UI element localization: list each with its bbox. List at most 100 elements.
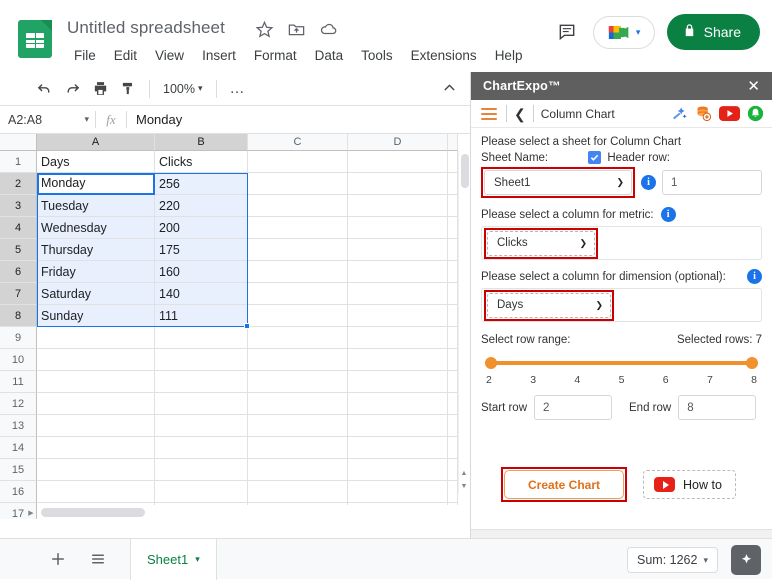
cell-x9[interactable] [448, 327, 458, 349]
cell-C13[interactable] [248, 415, 348, 437]
cell-C14[interactable] [248, 437, 348, 459]
move-to-folder-icon[interactable] [287, 20, 306, 39]
cell-x5[interactable] [448, 239, 458, 261]
menu-data[interactable]: Data [306, 45, 353, 67]
cell-C11[interactable] [248, 371, 348, 393]
document-title[interactable]: Untitled spreadsheet [67, 18, 225, 38]
cell-x1[interactable] [448, 151, 458, 173]
cell-B13[interactable] [155, 415, 248, 437]
scroll-down-arrow-icon[interactable]: ▼ [458, 480, 470, 493]
cell-C1[interactable] [248, 151, 348, 173]
row-header-12[interactable]: 12 [0, 393, 37, 415]
scroll-right-arrow-icon[interactable]: ▶ [25, 506, 37, 519]
column-header-c[interactable]: C [248, 134, 348, 151]
all-sheets-icon[interactable] [82, 543, 114, 575]
cell-A10[interactable] [37, 349, 155, 371]
select-all-corner[interactable] [0, 134, 37, 151]
cell-C6[interactable] [248, 261, 348, 283]
cell-D12[interactable] [348, 393, 448, 415]
cell-C4[interactable] [248, 217, 348, 239]
close-icon[interactable]: ✕ [744, 77, 763, 96]
back-chevron-icon[interactable]: ❮ [514, 107, 526, 121]
cell-x13[interactable] [448, 415, 458, 437]
cell-A5[interactable]: Thursday [37, 239, 155, 261]
cell-C3[interactable] [248, 195, 348, 217]
cell-D9[interactable] [348, 327, 448, 349]
magic-wand-icon[interactable] [671, 105, 688, 122]
menu-file[interactable]: File [65, 45, 105, 67]
cell-D7[interactable] [348, 283, 448, 305]
cell-D16[interactable] [348, 481, 448, 503]
cell-D14[interactable] [348, 437, 448, 459]
paint-format-icon[interactable] [114, 75, 142, 103]
row-header-6[interactable]: 6 [0, 261, 37, 283]
vertical-scrollbar[interactable]: ▲ ▼ [458, 151, 470, 493]
cell-D1[interactable] [348, 151, 448, 173]
cell-B11[interactable] [155, 371, 248, 393]
add-data-icon[interactable] [695, 105, 712, 122]
cell-x6[interactable] [448, 261, 458, 283]
cell-x16[interactable] [448, 481, 458, 503]
row-header-9[interactable]: 9 [0, 327, 37, 349]
cell-B10[interactable] [155, 349, 248, 371]
notification-bell-icon[interactable] [747, 105, 764, 122]
cell-D11[interactable] [348, 371, 448, 393]
add-sheet-icon[interactable] [42, 543, 74, 575]
slider-knob-end[interactable] [746, 357, 758, 369]
horizontal-scroll-thumb[interactable] [41, 508, 145, 517]
cell-x15[interactable] [448, 459, 458, 481]
cell-x10[interactable] [448, 349, 458, 371]
cell-D15[interactable] [348, 459, 448, 481]
cell-B1[interactable]: Clicks [155, 151, 248, 173]
cell-A8[interactable]: Sunday [37, 305, 155, 327]
print-icon[interactable] [86, 75, 114, 103]
cell-A4[interactable]: Wednesday [37, 217, 155, 239]
sheet-name-select[interactable]: Sheet1 ❯ [484, 170, 632, 195]
dimension-select[interactable]: Days ❯ [487, 292, 611, 318]
metric-info-icon[interactable]: i [660, 207, 676, 222]
how-to-button[interactable]: How to [643, 470, 736, 499]
function-icon[interactable]: fx [96, 112, 126, 128]
cell-B12[interactable] [155, 393, 248, 415]
hamburger-menu-icon[interactable] [479, 107, 499, 120]
row-header-10[interactable]: 10 [0, 349, 37, 371]
cell-C10[interactable] [248, 349, 348, 371]
star-icon[interactable] [255, 20, 274, 39]
vertical-scroll-thumb[interactable] [461, 154, 469, 188]
cell-B16[interactable] [155, 481, 248, 503]
cell-B3[interactable]: 220 [155, 195, 248, 217]
cell-D4[interactable] [348, 217, 448, 239]
cell-A11[interactable] [37, 371, 155, 393]
cell-B7[interactable]: 140 [155, 283, 248, 305]
row-range-slider[interactable] [481, 355, 762, 372]
cell-B14[interactable] [155, 437, 248, 459]
cell-A6[interactable]: Friday [37, 261, 155, 283]
cell-D10[interactable] [348, 349, 448, 371]
row-header-8[interactable]: 8 [0, 305, 37, 327]
row-header-2[interactable]: 2 [0, 173, 37, 195]
cell-D2[interactable] [348, 173, 448, 195]
row-header-14[interactable]: 14 [0, 437, 37, 459]
formula-input[interactable]: Monday [127, 112, 470, 127]
header-row-input[interactable]: 1 [662, 170, 762, 195]
cell-A16[interactable] [37, 481, 155, 503]
menu-extensions[interactable]: Extensions [402, 45, 486, 67]
meet-button[interactable]: ▾ [592, 15, 655, 49]
slider-knob-start[interactable] [485, 357, 497, 369]
cell-B6[interactable]: 160 [155, 261, 248, 283]
row-header-5[interactable]: 5 [0, 239, 37, 261]
menu-help[interactable]: Help [486, 45, 532, 67]
dimension-info-icon[interactable]: i [747, 269, 762, 284]
cell-A12[interactable] [37, 393, 155, 415]
cell-D3[interactable] [348, 195, 448, 217]
cell-D6[interactable] [348, 261, 448, 283]
cell-A13[interactable] [37, 415, 155, 437]
name-box[interactable]: A2:A8 ▾ [0, 106, 95, 134]
row-header-3[interactable]: 3 [0, 195, 37, 217]
zoom-control[interactable]: 100% ▾ [157, 79, 209, 99]
cell-C2[interactable] [248, 173, 348, 195]
comment-icon[interactable] [553, 18, 581, 46]
cell-D8[interactable] [348, 305, 448, 327]
horizontal-scrollbar[interactable] [37, 505, 458, 519]
column-header-a[interactable]: A [37, 134, 155, 151]
